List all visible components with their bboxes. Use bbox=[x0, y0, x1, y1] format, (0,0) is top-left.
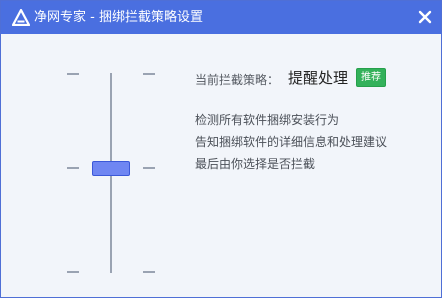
slider-tick-right-top bbox=[143, 73, 155, 75]
current-policy-label: 当前拦截策略： bbox=[195, 73, 280, 87]
slider-tick-right-bottom bbox=[143, 271, 155, 273]
slider-tick-right-middle bbox=[143, 167, 155, 169]
title-bar[interactable]: 净网专家 - 捆绑拦截策略设置 bbox=[1, 1, 441, 34]
app-logo-icon bbox=[12, 9, 30, 26]
window-title: 净网专家 - 捆绑拦截策略设置 bbox=[34, 10, 203, 25]
close-icon[interactable] bbox=[415, 7, 435, 27]
description-line-2: 告知捆绑软件的详细信息和处理建议 bbox=[195, 135, 388, 149]
policy-slider[interactable] bbox=[61, 67, 161, 277]
slider-tick-left-bottom bbox=[67, 271, 79, 273]
policy-settings-window: 净网专家 - 捆绑拦截策略设置 当前拦截策略： 提醒处理 推荐 检测所有软件捆绑… bbox=[0, 0, 442, 298]
description-line-3: 最后由你选择是否拦截 bbox=[195, 157, 316, 171]
description-line-1: 检测所有软件捆绑安装行为 bbox=[195, 113, 340, 127]
slider-tick-left-top bbox=[67, 73, 79, 75]
recommended-badge: 推荐 bbox=[356, 68, 386, 87]
current-policy-value: 提醒处理 bbox=[288, 69, 349, 87]
slider-thumb[interactable] bbox=[92, 161, 130, 176]
slider-tick-left-middle bbox=[67, 167, 79, 169]
